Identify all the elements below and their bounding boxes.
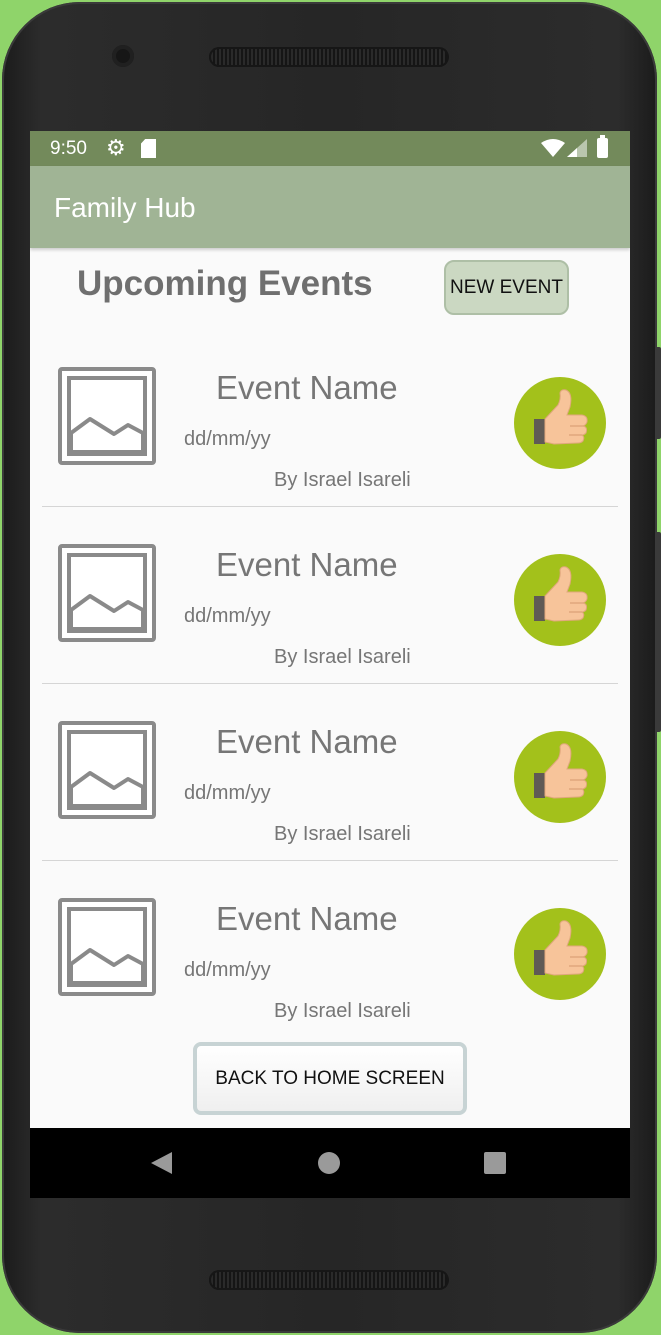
back-icon[interactable] — [151, 1152, 172, 1174]
back-to-home-button[interactable]: BACK TO HOME SCREEN — [193, 1042, 467, 1115]
image-placeholder-icon — [58, 898, 156, 996]
battery-icon — [597, 135, 608, 158]
thumbs-up-icon[interactable] — [514, 731, 606, 823]
event-date: dd/mm/yy — [184, 605, 271, 627]
event-author: By Israel Isareli — [274, 646, 411, 668]
event-list: Event Name dd/mm/yy By Israel Isareli Ev… — [30, 331, 630, 1039]
status-time: 9:50 — [50, 138, 87, 159]
event-date: dd/mm/yy — [184, 782, 271, 804]
home-icon[interactable] — [318, 1152, 340, 1174]
thumbs-up-icon[interactable] — [514, 377, 606, 469]
earpiece-speaker — [209, 47, 449, 67]
event-author: By Israel Isareli — [274, 469, 411, 491]
volume-button — [655, 532, 661, 732]
image-placeholder-icon — [58, 721, 156, 819]
event-author: By Israel Isareli — [274, 1000, 411, 1022]
thumbs-up-icon[interactable] — [514, 908, 606, 1000]
event-row[interactable]: Event Name dd/mm/yy By Israel Isareli — [30, 508, 630, 685]
event-name: Event Name — [216, 369, 398, 406]
sd-card-icon — [141, 139, 156, 158]
thumbs-up-icon[interactable] — [514, 554, 606, 646]
image-placeholder-icon — [58, 544, 156, 642]
event-name: Event Name — [216, 900, 398, 937]
status-bar: 9:50 ⚙ — [30, 131, 630, 166]
phone-frame: 9:50 ⚙ Family Hub Upcoming Events NEW EV… — [2, 2, 661, 1333]
signal-icon — [567, 139, 587, 157]
event-date: dd/mm/yy — [184, 959, 271, 981]
bottom-speaker — [209, 1270, 449, 1290]
row-divider — [42, 860, 618, 861]
wifi-icon — [541, 139, 565, 157]
event-row[interactable]: Event Name dd/mm/yy By Israel Isareli — [30, 685, 630, 862]
app-title: Family Hub — [54, 192, 196, 223]
event-name: Event Name — [216, 546, 398, 583]
row-divider — [42, 683, 618, 684]
navigation-bar — [30, 1128, 630, 1198]
recents-icon[interactable] — [484, 1152, 506, 1174]
screen: 9:50 ⚙ Family Hub Upcoming Events NEW EV… — [30, 131, 630, 1198]
new-event-button[interactable]: NEW EVENT — [444, 260, 569, 315]
event-row[interactable]: Event Name dd/mm/yy By Israel Isareli — [30, 862, 630, 1039]
image-placeholder-icon — [58, 367, 156, 465]
page-title: Upcoming Events — [77, 264, 373, 303]
event-author: By Israel Isareli — [274, 823, 411, 845]
gear-icon: ⚙ — [106, 135, 126, 160]
app-bar: Family Hub — [30, 166, 630, 248]
event-name: Event Name — [216, 723, 398, 760]
front-camera — [112, 45, 134, 67]
event-row[interactable]: Event Name dd/mm/yy By Israel Isareli — [30, 331, 630, 508]
row-divider — [42, 506, 618, 507]
power-button — [655, 347, 661, 439]
event-date: dd/mm/yy — [184, 428, 271, 450]
